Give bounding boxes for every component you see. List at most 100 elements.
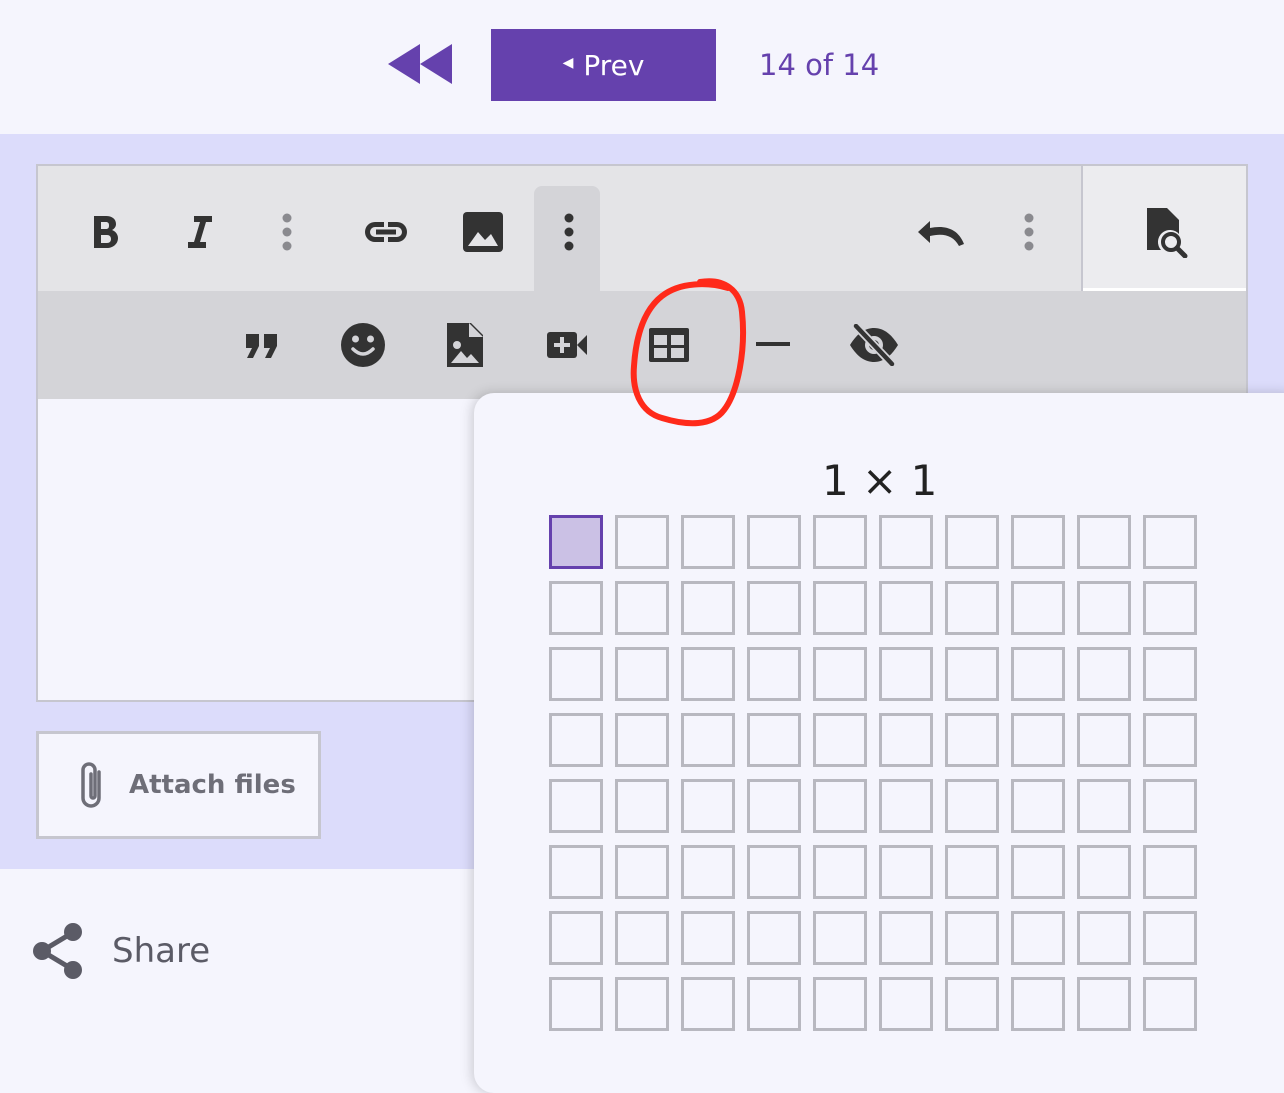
table-grid-cell[interactable] bbox=[879, 581, 933, 635]
italic-button[interactable] bbox=[178, 204, 220, 260]
share-button[interactable]: Share bbox=[30, 918, 230, 984]
table-grid-cell[interactable] bbox=[549, 581, 603, 635]
table-grid-cell[interactable] bbox=[945, 515, 999, 569]
table-grid-cell[interactable] bbox=[1077, 713, 1131, 767]
table-grid-cell[interactable] bbox=[879, 911, 933, 965]
table-grid-cell[interactable] bbox=[681, 779, 735, 833]
table-grid-cell[interactable] bbox=[681, 581, 735, 635]
table-grid-cell[interactable] bbox=[813, 581, 867, 635]
table-grid-cell[interactable] bbox=[1011, 779, 1065, 833]
table-grid-cell[interactable] bbox=[945, 647, 999, 701]
table-grid-cell[interactable] bbox=[1011, 581, 1065, 635]
table-grid-cell[interactable] bbox=[549, 779, 603, 833]
table-grid-cell[interactable] bbox=[813, 977, 867, 1031]
undo-button[interactable] bbox=[914, 208, 968, 258]
table-grid-cell[interactable] bbox=[549, 977, 603, 1031]
table-grid-cell[interactable] bbox=[945, 977, 999, 1031]
attach-files-button[interactable]: Attach files bbox=[36, 731, 321, 839]
table-grid-cell[interactable] bbox=[1011, 845, 1065, 899]
table-grid-cell[interactable] bbox=[879, 779, 933, 833]
table-grid-cell[interactable] bbox=[1077, 977, 1131, 1031]
table-grid-cell[interactable] bbox=[879, 515, 933, 569]
table-grid-cell[interactable] bbox=[945, 713, 999, 767]
table-grid-cell[interactable] bbox=[747, 713, 801, 767]
table-grid-cell[interactable] bbox=[615, 713, 669, 767]
first-page-button[interactable] bbox=[386, 40, 454, 88]
table-grid-cell[interactable] bbox=[615, 647, 669, 701]
table-grid-cell[interactable] bbox=[681, 515, 735, 569]
table-grid-cell[interactable] bbox=[945, 581, 999, 635]
insert-table-button[interactable] bbox=[644, 315, 694, 375]
preview-button[interactable] bbox=[1141, 204, 1191, 260]
table-grid-cell[interactable] bbox=[879, 647, 933, 701]
table-grid-cell[interactable] bbox=[1143, 911, 1197, 965]
table-grid-cell[interactable] bbox=[747, 845, 801, 899]
table-grid-cell[interactable] bbox=[1077, 581, 1131, 635]
hide-details-button[interactable] bbox=[846, 315, 902, 375]
table-grid-cell[interactable] bbox=[681, 845, 735, 899]
table-grid-cell[interactable] bbox=[615, 779, 669, 833]
table-grid-cell[interactable] bbox=[1143, 977, 1197, 1031]
table-grid-cell[interactable] bbox=[615, 845, 669, 899]
table-grid-cell[interactable] bbox=[1077, 911, 1131, 965]
more-options-button[interactable] bbox=[272, 204, 302, 260]
table-grid-cell[interactable] bbox=[879, 713, 933, 767]
table-grid-cell[interactable] bbox=[747, 977, 801, 1031]
table-grid-cell[interactable] bbox=[813, 713, 867, 767]
table-grid-cell[interactable] bbox=[549, 845, 603, 899]
table-grid-cell[interactable] bbox=[615, 581, 669, 635]
link-button[interactable] bbox=[360, 204, 412, 260]
table-grid-cell[interactable] bbox=[549, 647, 603, 701]
table-grid-cell[interactable] bbox=[1077, 647, 1131, 701]
table-grid-cell[interactable] bbox=[813, 647, 867, 701]
table-grid-cell[interactable] bbox=[1143, 713, 1197, 767]
table-grid-cell[interactable] bbox=[549, 713, 603, 767]
table-grid-cell[interactable] bbox=[1011, 647, 1065, 701]
table-grid-cell[interactable] bbox=[1077, 845, 1131, 899]
table-grid-cell[interactable] bbox=[681, 911, 735, 965]
image-button[interactable] bbox=[458, 204, 508, 260]
table-grid-cell[interactable] bbox=[681, 713, 735, 767]
quote-button[interactable] bbox=[238, 315, 286, 375]
table-grid-cell[interactable] bbox=[1077, 779, 1131, 833]
table-grid-cell[interactable] bbox=[1011, 911, 1065, 965]
table-grid-cell[interactable] bbox=[1077, 515, 1131, 569]
table-grid-cell[interactable] bbox=[813, 911, 867, 965]
bold-button[interactable] bbox=[84, 204, 126, 260]
table-grid-cell[interactable] bbox=[747, 581, 801, 635]
table-grid-cell[interactable] bbox=[615, 515, 669, 569]
table-grid-cell[interactable] bbox=[1143, 515, 1197, 569]
table-grid-cell[interactable] bbox=[813, 845, 867, 899]
table-grid-cell[interactable] bbox=[747, 779, 801, 833]
table-grid-cell[interactable] bbox=[1011, 515, 1065, 569]
table-grid-cell[interactable] bbox=[945, 911, 999, 965]
table-grid-cell[interactable] bbox=[747, 515, 801, 569]
prev-button[interactable]: ◀ Prev bbox=[491, 29, 716, 101]
table-grid-cell[interactable] bbox=[1143, 647, 1197, 701]
table-grid-cell[interactable] bbox=[945, 779, 999, 833]
horizontal-rule-button[interactable] bbox=[748, 315, 798, 375]
table-grid-cell[interactable] bbox=[1143, 845, 1197, 899]
table-grid-cell[interactable] bbox=[879, 977, 933, 1031]
table-grid-cell[interactable] bbox=[615, 911, 669, 965]
table-grid-cell[interactable] bbox=[813, 515, 867, 569]
table-grid-cell[interactable] bbox=[747, 911, 801, 965]
upload-image-button[interactable] bbox=[440, 315, 490, 375]
emoji-button[interactable] bbox=[338, 315, 388, 375]
table-grid-cell[interactable] bbox=[549, 515, 603, 569]
more-options-button[interactable] bbox=[1014, 204, 1044, 260]
table-grid-cell[interactable] bbox=[549, 911, 603, 965]
table-grid-cell[interactable] bbox=[615, 977, 669, 1031]
table-grid-cell[interactable] bbox=[945, 845, 999, 899]
table-grid-cell[interactable] bbox=[879, 845, 933, 899]
add-video-button[interactable] bbox=[542, 315, 592, 375]
table-grid-cell[interactable] bbox=[1011, 977, 1065, 1031]
table-grid-cell[interactable] bbox=[1143, 581, 1197, 635]
table-grid-cell[interactable] bbox=[747, 647, 801, 701]
table-grid-cell[interactable] bbox=[813, 779, 867, 833]
table-grid-cell[interactable] bbox=[1143, 779, 1197, 833]
table-grid-cell[interactable] bbox=[1011, 713, 1065, 767]
table-grid-cell[interactable] bbox=[681, 977, 735, 1031]
table-grid-cell[interactable] bbox=[681, 647, 735, 701]
more-options-button[interactable] bbox=[554, 204, 584, 260]
